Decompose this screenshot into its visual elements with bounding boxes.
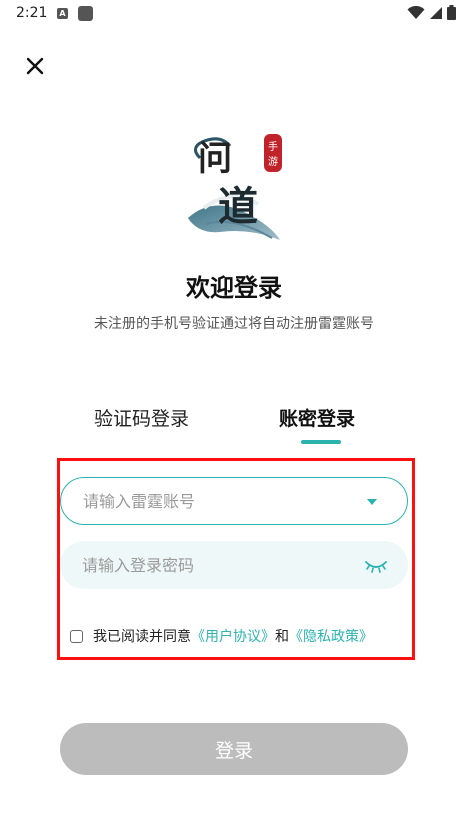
game-logo: 手 游 问 道 [188,134,282,240]
agreement-prefix: 我已阅读并同意 [93,629,191,645]
login-screen: 2:21 A 手 游 问 道 欢迎登录 未注册的手机号验证通过将自动注册雷霆账号… [0,0,468,832]
status-icons [407,5,456,20]
login-button[interactable]: 登录 [60,723,408,775]
privacy-policy-link[interactable]: 《隐私政策》 [289,626,373,646]
battery-icon [447,5,456,20]
tab-password-login[interactable]: 账密登录 [279,404,355,431]
agreement-row: 我已阅读并同意 《用户协议》 和 《隐私政策》 [70,626,373,646]
status-bar: 2:21 A [0,0,468,28]
close-icon [26,57,44,75]
agreement-conjunction: 和 [275,629,289,645]
password-field [60,541,408,589]
app-notification-icon [78,6,93,21]
logo-badge-text-1: 手 [268,140,278,153]
close-button[interactable] [22,53,48,79]
logo-badge-text-2: 游 [268,155,278,168]
page-title: 欢迎登录 [186,274,282,302]
logo-char-2: 道 [218,183,258,230]
password-input[interactable] [80,554,344,576]
account-input[interactable] [81,490,345,512]
agreement-checkbox[interactable] [70,629,83,643]
logo-char-1: 问 [198,139,232,179]
user-agreement-link[interactable]: 《用户协议》 [191,626,275,646]
account-field [60,477,408,525]
tab-sms-login[interactable]: 验证码登录 [94,404,189,431]
eye-closed-icon[interactable] [364,554,388,576]
dropdown-arrow-icon[interactable] [367,499,377,505]
wifi-icon [407,5,425,19]
page-subtitle: 未注册的手机号验证通过将自动注册雷霆账号 [94,316,374,332]
status-time: 2:21 [16,5,48,21]
active-tab-indicator [301,440,341,444]
notification-icon: A [57,8,68,19]
signal-icon [430,6,442,19]
